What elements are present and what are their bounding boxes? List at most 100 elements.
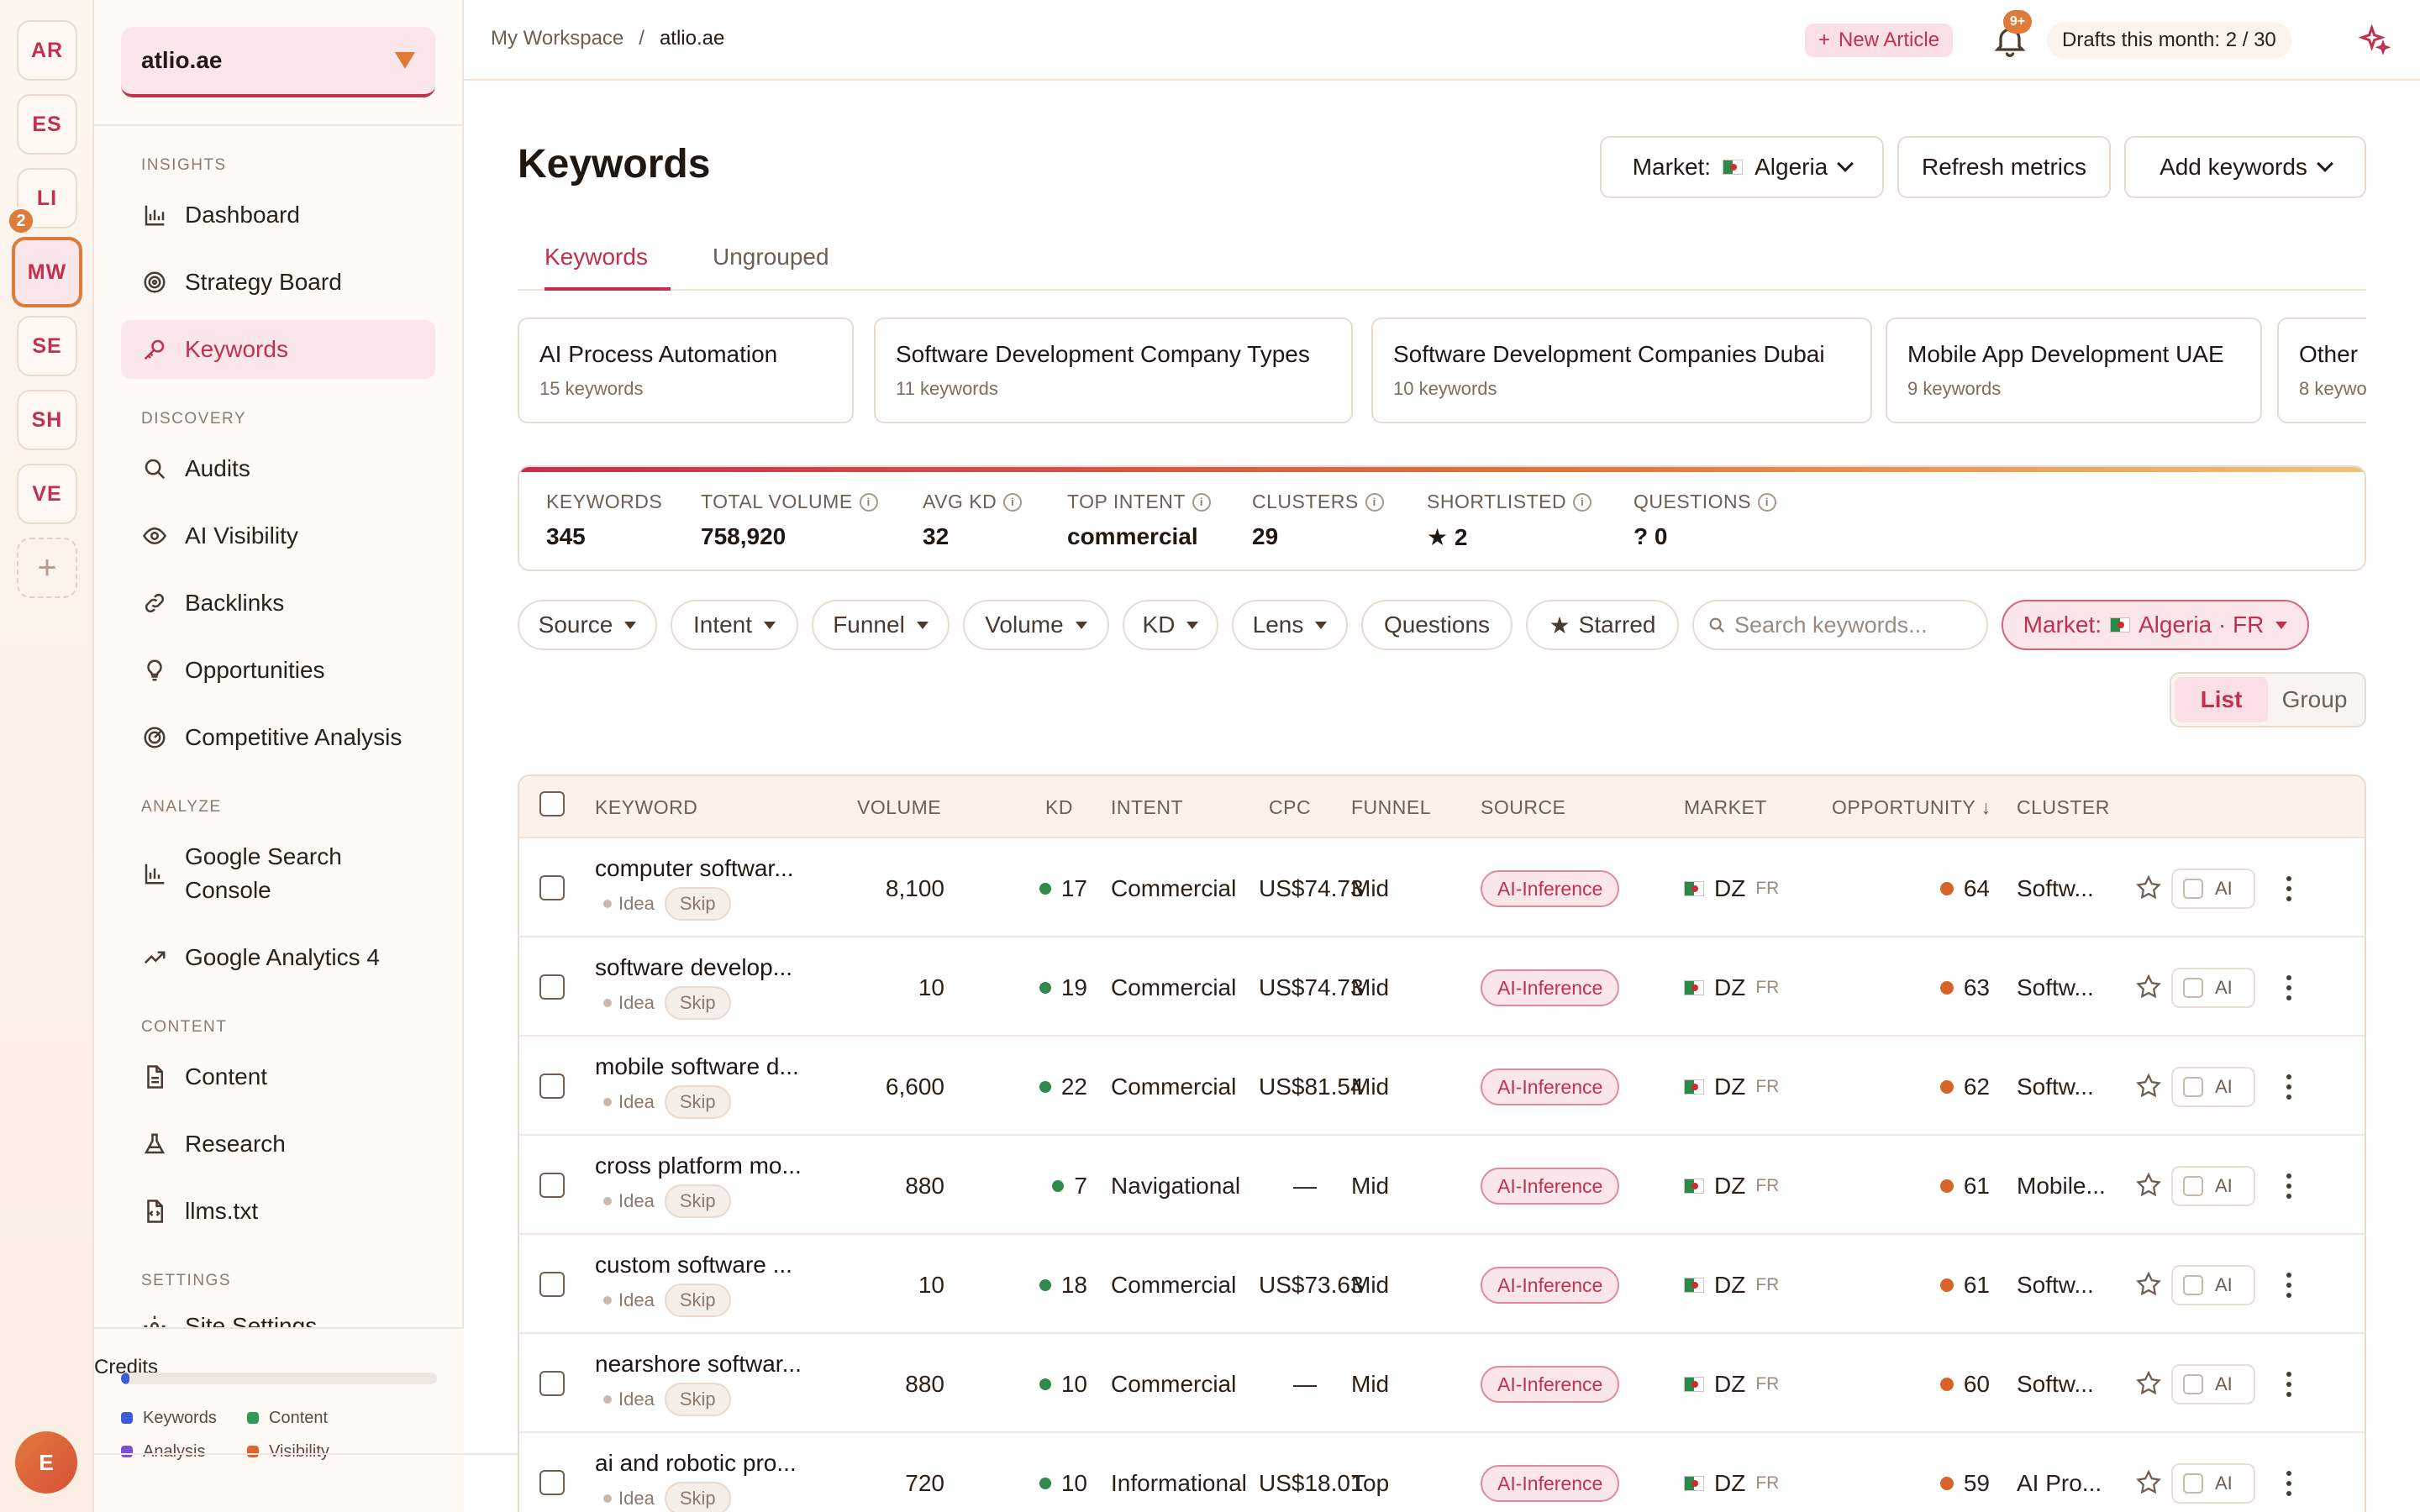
table-row[interactable]: software develop... Idea Skip 10 19 Comm… [519,937,2365,1037]
sidebar-item-google-search-console[interactable]: Google Search Console [121,835,398,912]
cluster-value[interactable]: Softw... [2017,875,2094,902]
column-cluster[interactable]: CLUSTER [2017,796,2110,819]
view-group-button[interactable]: Group [2268,677,2361,722]
workspace-se[interactable]: SE [17,316,77,376]
refresh-metrics-button[interactable]: Refresh metrics [1897,136,2111,198]
sidebar-item-opportunities[interactable]: Opportunities [121,641,435,700]
cluster-value[interactable]: Softw... [2017,1371,2094,1398]
star-icon[interactable] [2134,1171,2163,1200]
add-workspace-button[interactable]: + [17,538,77,598]
workspace-sh[interactable]: SH [17,390,77,450]
workspace-ar[interactable]: AR [17,20,77,81]
more-options-icon[interactable] [2281,1368,2297,1401]
ai-checkbox[interactable] [2183,1077,2203,1097]
filter-starred[interactable]: ★ Starred [1526,600,1679,650]
column-cpc[interactable]: CPC [1269,796,1311,819]
star-icon[interactable] [2134,1369,2163,1398]
star-icon[interactable] [2134,1270,2163,1299]
new-article-button[interactable]: + New Article [1805,24,1954,57]
market-selector-button[interactable]: Market: Algeria [1600,136,1884,198]
skip-button[interactable]: Skip [664,986,731,1020]
row-checkbox[interactable] [539,974,565,1000]
star-icon[interactable] [2134,1072,2163,1100]
row-checkbox[interactable] [539,1272,565,1297]
tab-keywords[interactable]: Keywords [544,244,671,291]
workspace-ve[interactable]: VE [17,464,77,524]
add-keywords-button[interactable]: Add keywords [2124,136,2366,198]
ai-toggle[interactable]: AI [2171,1463,2255,1504]
star-icon[interactable] [2134,973,2163,1001]
more-options-icon[interactable] [2281,872,2297,906]
search-input[interactable] [1734,612,1970,638]
info-icon[interactable]: i [1003,492,1023,512]
ai-checkbox[interactable] [2183,978,2203,998]
column-intent[interactable]: INTENT [1111,796,1183,819]
column-kd[interactable]: KD [1045,796,1073,819]
sidebar-item-llms-txt[interactable]: llms.txt [121,1182,435,1241]
breadcrumb-workspace[interactable]: My Workspace [491,27,623,50]
cluster-card[interactable]: AI Process Automation 15 keywords [518,318,854,423]
sidebar-item-ai-visibility[interactable]: AI Visibility [121,507,435,565]
sidebar-item-audits[interactable]: Audits [121,439,435,498]
site-selector[interactable]: atlio.ae [121,27,435,97]
column-keyword[interactable]: KEYWORD [595,796,697,819]
cluster-value[interactable]: Softw... [2017,1272,2094,1299]
select-all-checkbox[interactable] [539,791,565,816]
row-checkbox[interactable] [539,1173,565,1198]
keyword-text[interactable]: computer softwar... [595,855,794,882]
sidebar-item-competitive-analysis[interactable]: Competitive Analysis [121,708,435,767]
filter-questions[interactable]: Questions [1361,600,1512,650]
filter-intent[interactable]: Intent [671,600,798,650]
keyword-text[interactable]: software develop... [595,954,792,981]
table-row[interactable]: computer softwar... Idea Skip 8,100 17 C… [519,838,2365,937]
cluster-value[interactable]: Mobile... [2017,1173,2106,1200]
info-icon[interactable]: i [1573,492,1592,512]
keyword-text[interactable]: mobile software d... [595,1053,799,1080]
sparkle-icon[interactable] [2358,24,2391,57]
workspace-es[interactable]: ES [17,94,77,155]
sidebar-item-content[interactable]: Content [121,1047,435,1106]
ai-checkbox[interactable] [2183,1374,2203,1394]
ai-toggle[interactable]: AI [2171,1265,2255,1305]
ai-toggle[interactable]: AI [2171,968,2255,1008]
sidebar-item-dashboard[interactable]: Dashboard [121,186,435,244]
table-row[interactable]: mobile software d... Idea Skip 6,600 22 … [519,1037,2365,1136]
skip-button[interactable]: Skip [664,1085,731,1119]
view-list-button[interactable]: List [2175,677,2268,722]
ai-toggle[interactable]: AI [2171,1364,2255,1404]
keyword-search[interactable] [1692,600,1988,650]
keyword-text[interactable]: custom software ... [595,1252,792,1278]
column-market[interactable]: MARKET [1684,796,1767,819]
row-checkbox[interactable] [539,1470,565,1495]
skip-button[interactable]: Skip [664,1482,731,1512]
ai-toggle[interactable]: AI [2171,1067,2255,1107]
cluster-card[interactable]: Software Development Companies Dubai 10 … [1371,318,1872,423]
ai-checkbox[interactable] [2183,1275,2203,1295]
keyword-text[interactable]: ai and robotic pro... [595,1450,797,1477]
filter-source[interactable]: Source [518,600,657,650]
ai-toggle[interactable]: AI [2171,1166,2255,1206]
row-checkbox[interactable] [539,1371,565,1396]
column-volume[interactable]: VOLUME [857,796,941,819]
star-icon[interactable] [2134,874,2163,902]
skip-button[interactable]: Skip [664,887,731,921]
cluster-value[interactable]: Softw... [2017,974,2094,1001]
info-icon[interactable]: i [859,492,878,512]
sidebar-item-strategy-board[interactable]: Strategy Board [121,253,435,312]
cluster-card[interactable]: Software Development Company Types 11 ke… [874,318,1353,423]
skip-button[interactable]: Skip [664,1284,731,1317]
info-icon[interactable]: i [1365,492,1384,512]
table-row[interactable]: ai and robotic pro... Idea Skip 720 10 I… [519,1433,2365,1512]
row-checkbox[interactable] [539,875,565,900]
info-icon[interactable]: i [1192,492,1211,512]
row-checkbox[interactable] [539,1074,565,1099]
column-funnel[interactable]: FUNNEL [1351,796,1431,819]
sidebar-item-google-analytics[interactable]: Google Analytics 4 [121,928,435,987]
market-filter-chip[interactable]: Market: Algeria · FR [2002,600,2309,650]
cluster-card[interactable]: Mobile App Development UAE 9 keywords [1886,318,2262,423]
sidebar-item-research[interactable]: Research [121,1115,435,1173]
sidebar-item-keywords[interactable]: Keywords [121,320,435,379]
workspace-mw[interactable]: MW [12,237,82,307]
star-icon[interactable] [2134,1468,2163,1497]
table-row[interactable]: cross platform mo... Idea Skip 880 7 Nav… [519,1136,2365,1235]
